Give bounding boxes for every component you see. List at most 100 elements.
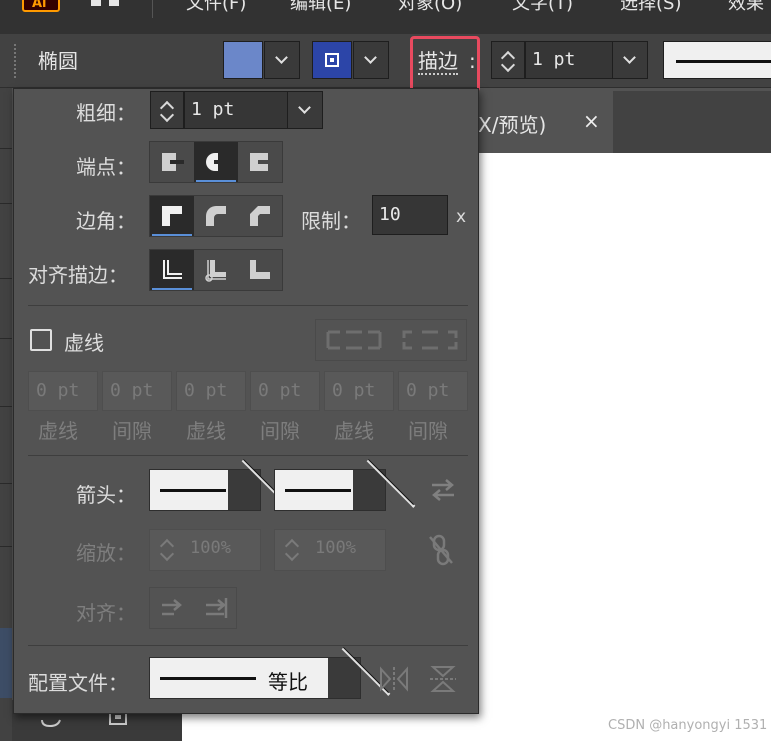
- dash-3-input[interactable]: 0 pt: [324, 371, 394, 411]
- home-icon[interactable]: [88, 0, 122, 14]
- tool-divider: [0, 406, 12, 407]
- start-scale-input[interactable]: 100%: [149, 529, 261, 571]
- stroke-weight-input[interactable]: 1 pt: [525, 41, 613, 79]
- menu-separator: [152, 0, 153, 18]
- start-arrowhead-dropdown[interactable]: [228, 459, 291, 510]
- canvas[interactable]: [477, 153, 771, 741]
- dash-2-caption: 虚线: [186, 419, 226, 443]
- dash-align-corners-button[interactable]: [392, 320, 468, 360]
- watermark: CSDN @hanyongyi 1531: [608, 718, 768, 733]
- fill-color-swatch[interactable]: [223, 41, 263, 79]
- dash-mode-group: [315, 319, 467, 361]
- grip-handle[interactable]: [14, 44, 20, 78]
- butt-cap-button[interactable]: [150, 142, 194, 182]
- menu-effect[interactable]: 效果: [728, 0, 764, 15]
- miter-limit-input[interactable]: 10: [372, 195, 448, 235]
- round-join-button[interactable]: [194, 196, 238, 236]
- dash-1-caption: 虚线: [38, 419, 78, 443]
- align-outside-button[interactable]: [238, 250, 282, 290]
- profile-select[interactable]: 等比: [149, 647, 391, 699]
- end-arrowhead-select[interactable]: [274, 459, 416, 511]
- bevel-join-button[interactable]: [238, 196, 282, 236]
- stroke-line-preview: [676, 60, 771, 63]
- unlink-scale-icon[interactable]: [426, 533, 456, 567]
- gap-2-input[interactable]: 0 pt: [250, 371, 320, 411]
- menu-bar: Ai 文件(F) 编辑(E) 对象(O) 文字(T) 选择(S) 效果: [0, 0, 771, 34]
- swap-arrowheads-icon[interactable]: [428, 477, 458, 503]
- gap-2-caption: 间隙: [260, 419, 300, 443]
- weight-input[interactable]: 1 pt: [184, 91, 288, 129]
- align-center-icon: [163, 260, 182, 279]
- menu-edit[interactable]: 编辑(E): [290, 0, 351, 15]
- profile-line-preview: [160, 677, 256, 680]
- gap-1-caption: 间隙: [112, 419, 152, 443]
- end-scale-input[interactable]: 100%: [274, 529, 386, 571]
- weight-dropdown[interactable]: [287, 91, 323, 129]
- limit-label: 限制：: [301, 209, 361, 233]
- gap-3-input[interactable]: 0 pt: [398, 371, 468, 411]
- profile-label: 配置文件：: [28, 671, 128, 695]
- dash-2-input[interactable]: 0 pt: [176, 371, 246, 411]
- dash-preserve-button[interactable]: [316, 320, 392, 360]
- flip-across-icon[interactable]: [428, 665, 458, 693]
- dash-1-input[interactable]: 0 pt: [28, 371, 98, 411]
- chevron-down-icon: [623, 51, 636, 64]
- miter-join-icon: [162, 206, 182, 226]
- menu-object[interactable]: 对象(O): [398, 0, 462, 15]
- chevron-down-icon: [298, 101, 311, 114]
- profile-dropdown[interactable]: [328, 647, 391, 698]
- arrow-place-at-end-icon: [206, 598, 228, 618]
- tool-divider: [0, 546, 12, 547]
- weight-stepper[interactable]: [150, 91, 184, 129]
- profile-select-value: 等比: [268, 670, 308, 694]
- miter-join-button[interactable]: [150, 196, 194, 236]
- projecting-cap-button[interactable]: [238, 142, 282, 182]
- align-stroke-button-group: [149, 249, 283, 291]
- chevron-down-icon: [366, 459, 416, 508]
- gap-1-input[interactable]: 0 pt: [102, 371, 172, 411]
- panel-divider: [28, 645, 468, 646]
- panel-divider: [28, 305, 468, 306]
- close-icon[interactable]: ×: [583, 109, 600, 133]
- bevel-join-icon: [250, 206, 270, 226]
- dashed-line-label: 虚线: [64, 331, 104, 355]
- stroke-style-selector[interactable]: [663, 41, 771, 79]
- stroke-dropdown-button[interactable]: [353, 41, 389, 79]
- start-arrowhead-select[interactable]: [149, 459, 291, 511]
- stroke-panel-link[interactable]: 描边 :: [410, 36, 480, 92]
- weight-label: 粗细：: [76, 101, 136, 125]
- fill-dropdown-button[interactable]: [264, 41, 300, 79]
- end-arrowhead-dropdown[interactable]: [353, 459, 416, 510]
- tools-panel: [0, 88, 12, 741]
- arrow-extend-button[interactable]: [150, 588, 194, 628]
- app-logo: Ai: [22, 0, 60, 12]
- arrow-line-preview: [285, 489, 351, 492]
- arrow-place-at-end-button[interactable]: [194, 588, 238, 628]
- align-center-button[interactable]: [150, 250, 194, 290]
- tool-divider: [0, 148, 12, 149]
- round-cap-button[interactable]: [194, 142, 238, 182]
- menu-file[interactable]: 文件(F): [186, 0, 246, 15]
- dash-align-corners-icon: [402, 330, 458, 350]
- artboard-area[interactable]: [181, 710, 481, 741]
- document-tab[interactable]: X/预览) ×: [477, 91, 613, 153]
- flip-along-icon[interactable]: [379, 665, 409, 693]
- align-inside-button[interactable]: [194, 250, 238, 290]
- tab-strip: [613, 91, 771, 153]
- stroke-link-colon: :: [469, 49, 476, 73]
- round-cap-icon: [206, 153, 228, 171]
- dashed-line-checkbox[interactable]: [30, 329, 52, 351]
- menu-select[interactable]: 选择(S): [620, 0, 681, 15]
- menu-type[interactable]: 文字(T): [512, 0, 573, 15]
- dash-preserve-icon: [326, 330, 382, 350]
- align-inside-icon: [205, 260, 226, 282]
- stroke-color-swatch[interactable]: [312, 41, 352, 79]
- stroke-weight-stepper[interactable]: [491, 41, 525, 79]
- arrow-extend-icon: [162, 599, 182, 616]
- stroke-weight-dropdown[interactable]: [612, 41, 648, 79]
- active-tool-indicator: [0, 628, 12, 698]
- align-outside-icon: [250, 260, 270, 279]
- gap-3-caption: 间隙: [408, 419, 448, 443]
- arrow-align-group: [149, 587, 237, 629]
- align-stroke-label: 对齐描边：: [28, 263, 128, 287]
